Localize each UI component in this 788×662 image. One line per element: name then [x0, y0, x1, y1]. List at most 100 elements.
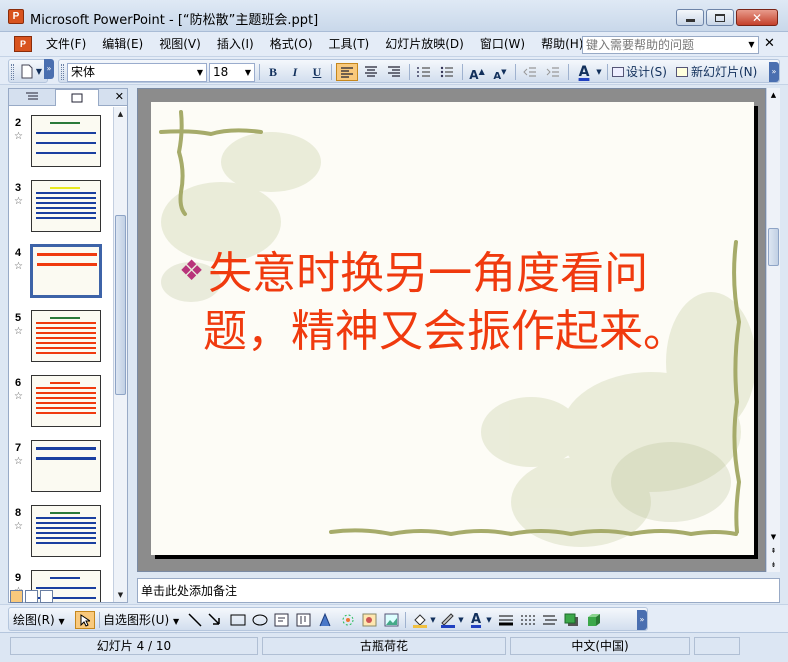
- align-center-button[interactable]: [361, 63, 381, 81]
- vertical-textbox-icon[interactable]: [295, 612, 313, 628]
- italic-button[interactable]: I: [286, 63, 304, 81]
- oval-tool-icon[interactable]: [251, 612, 269, 628]
- thumbnail-text-line: [36, 347, 96, 349]
- design-button[interactable]: 设计(S): [612, 63, 674, 81]
- notes-pane[interactable]: 单击此处添加备注: [137, 578, 780, 603]
- menu-item-1[interactable]: 编辑(E): [94, 36, 151, 52]
- chevron-down-icon[interactable]: ▼: [194, 64, 206, 81]
- scroll-down-icon[interactable]: ▼: [114, 588, 127, 602]
- increase-font-button[interactable]: A▲: [467, 63, 487, 82]
- thumbnail-scroll-thumb[interactable]: [115, 215, 126, 395]
- powerpoint-app-icon[interactable]: P: [8, 9, 24, 24]
- thumbnail-text-line: [36, 327, 96, 329]
- menu-bar: P 文件(F) 编辑(E) 视图(V) 插入(I) 格式(O) 工具(T) 幻灯片放映(D)…: [0, 32, 788, 57]
- textbox-tool-icon[interactable]: [273, 612, 291, 628]
- next-slide-icon[interactable]: ⇟: [767, 558, 780, 572]
- thumbnail-scrollbar[interactable]: ▲ ▼: [113, 107, 127, 602]
- font-name-select[interactable]: 宋体 ▼: [67, 63, 207, 82]
- close-document-button[interactable]: ✕: [764, 36, 775, 51]
- slide-thumbnail-list[interactable]: 2☆3☆4☆5☆6☆7☆8☆9☆: [9, 107, 113, 602]
- bold-button[interactable]: B: [264, 63, 282, 81]
- close-window-button[interactable]: ✕: [736, 9, 778, 26]
- tab-outline[interactable]: [11, 89, 53, 106]
- slide-sorter-button[interactable]: [25, 590, 38, 603]
- normal-view-button[interactable]: [10, 590, 23, 603]
- select-objects-button[interactable]: [75, 611, 95, 629]
- toolbar-options-chevron-icon[interactable]: ▼: [35, 63, 43, 81]
- 3d-style-icon[interactable]: [585, 612, 603, 628]
- slide-thumbnail[interactable]: 6 ☆: [11, 375, 111, 435]
- slide-thumbnail[interactable]: 3 ☆: [11, 180, 111, 240]
- tab-slides[interactable]: [55, 89, 99, 106]
- chevron-down-icon[interactable]: ▼: [242, 64, 254, 81]
- menu-item-4[interactable]: 格式(O): [262, 36, 321, 52]
- bullets-button[interactable]: [437, 63, 457, 81]
- dash-style-icon[interactable]: [519, 612, 537, 628]
- align-left-button[interactable]: [336, 63, 358, 81]
- minimize-button[interactable]: [676, 9, 704, 26]
- diamond-bullet-icon: ❖: [179, 254, 205, 287]
- slide-scrollbar[interactable]: ▲ ▼ ⇞ ⇟: [766, 88, 780, 572]
- toolbar-grip[interactable]: [61, 64, 64, 80]
- line-color-dropdown-icon[interactable]: ▼: [457, 611, 465, 629]
- insert-picture-icon[interactable]: [383, 612, 401, 628]
- format-more-chevron-icon[interactable]: »: [769, 62, 779, 82]
- draw-more-chevron-icon[interactable]: »: [637, 610, 647, 630]
- menu-item-5[interactable]: 工具(T): [321, 36, 378, 52]
- autoshapes-button[interactable]: 自选图形(U) ▼: [103, 611, 183, 629]
- standard-more-chevron-icon[interactable]: »: [44, 59, 54, 79]
- shadow-style-icon[interactable]: [563, 612, 581, 628]
- decrease-indent-button[interactable]: [520, 63, 540, 81]
- status-language[interactable]: 中文(中国): [510, 637, 690, 655]
- font-color-button[interactable]: A: [573, 63, 595, 81]
- menu-item-6[interactable]: 幻灯片放映(D): [377, 36, 472, 52]
- arrow-tool-icon[interactable]: [207, 612, 223, 628]
- maximize-button[interactable]: [706, 9, 734, 26]
- arrow-style-icon[interactable]: [541, 612, 559, 628]
- slide-thumbnail[interactable]: 2 ☆: [11, 115, 111, 175]
- menu-item-2[interactable]: 视图(V): [151, 36, 209, 52]
- slideshow-button[interactable]: [40, 590, 53, 603]
- slide-thumbnail[interactable]: 5 ☆: [11, 310, 111, 370]
- decrease-font-button[interactable]: A▼: [490, 63, 510, 82]
- font-size-select[interactable]: 18 ▼: [209, 63, 255, 82]
- previous-slide-icon[interactable]: ⇞: [767, 544, 780, 558]
- new-document-icon[interactable]: [21, 64, 33, 79]
- draw-menu-button[interactable]: 绘图(R) ▼: [13, 611, 71, 629]
- chevron-down-icon[interactable]: ▼: [745, 37, 758, 53]
- line-style-icon[interactable]: [497, 612, 515, 628]
- slide-body-text[interactable]: ❖失意时换另一角度看问 题，精神又会振作起来。: [179, 242, 749, 361]
- scroll-up-icon[interactable]: ▲: [767, 88, 780, 102]
- align-right-button[interactable]: [384, 63, 404, 81]
- numbering-button[interactable]: [414, 63, 434, 81]
- rectangle-tool-icon[interactable]: [229, 612, 247, 628]
- menu-item-0[interactable]: 文件(F): [38, 36, 94, 52]
- increase-indent-button[interactable]: [543, 63, 563, 81]
- fill-color-icon[interactable]: [411, 612, 429, 628]
- slide-thumbnail[interactable]: 7 ☆: [11, 440, 111, 500]
- decrease-font-icon: A: [493, 71, 502, 82]
- slide-thumbnail[interactable]: 4 ☆: [11, 244, 111, 305]
- toolbar-grip[interactable]: [11, 64, 14, 80]
- menu-item-7[interactable]: 窗口(W): [472, 36, 533, 52]
- clip-art-icon[interactable]: [361, 612, 379, 628]
- scroll-up-icon[interactable]: ▲: [114, 107, 127, 121]
- line-color-icon[interactable]: [439, 612, 457, 628]
- close-panel-button[interactable]: ✕: [115, 89, 124, 105]
- wordart-icon[interactable]: [317, 612, 335, 628]
- help-search-input[interactable]: 键入需要帮助的问题 ▼: [582, 36, 759, 54]
- scroll-down-icon[interactable]: ▼: [767, 530, 780, 544]
- underline-button[interactable]: U: [308, 63, 326, 81]
- font-color-dropdown-icon[interactable]: ▼: [595, 63, 603, 81]
- draw-font-color-button[interactable]: A: [467, 611, 485, 629]
- current-slide[interactable]: ❖失意时换另一角度看问 题，精神又会振作起来。: [151, 102, 754, 555]
- menu-item-3[interactable]: 插入(I): [209, 36, 262, 52]
- new-slide-button[interactable]: 新幻灯片(N): [676, 63, 764, 81]
- slide-scroll-thumb[interactable]: [768, 228, 779, 266]
- diagram-icon[interactable]: [339, 612, 357, 628]
- document-control-icon[interactable]: P: [14, 36, 32, 52]
- fill-color-dropdown-icon[interactable]: ▼: [429, 611, 437, 629]
- slide-thumbnail[interactable]: 8 ☆: [11, 505, 111, 565]
- line-tool-icon[interactable]: [187, 612, 203, 628]
- draw-font-color-dropdown-icon[interactable]: ▼: [485, 611, 493, 629]
